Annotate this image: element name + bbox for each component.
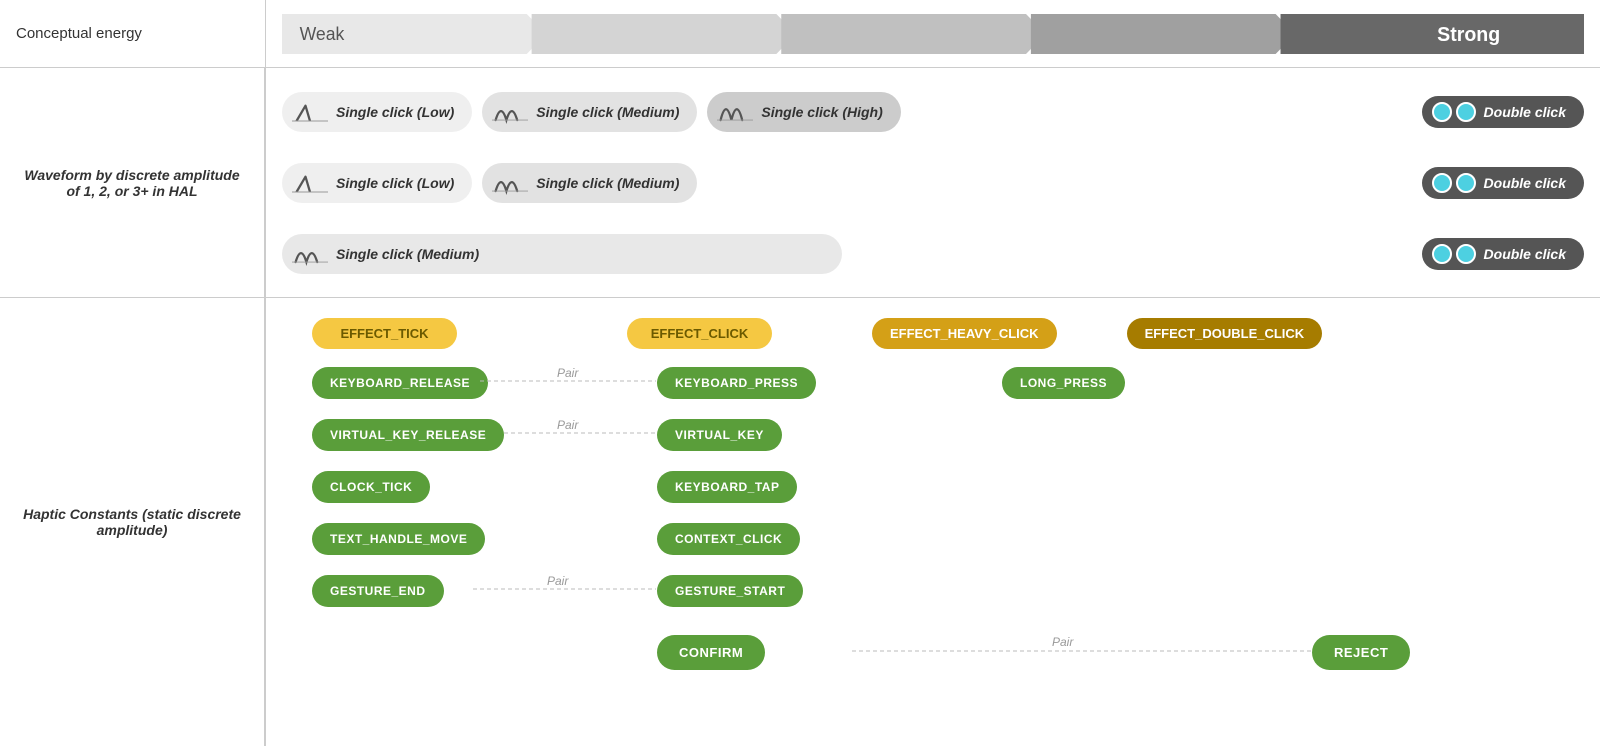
wave-low-icon-2	[292, 169, 328, 197]
keyboard-release-btn[interactable]: KEYBOARD_RELEASE	[312, 367, 488, 399]
text-handle-move-row: TEXT_HANDLE_MOVE	[312, 523, 485, 555]
dot-3	[1432, 173, 1452, 193]
wave-medium-icon-1	[492, 98, 528, 126]
keyboard-tap-row: KEYBOARD_TAP	[657, 471, 797, 503]
haptic-section: EFFECT_TICK EFFECT_CLICK EFFECT_HEAVY_CL…	[266, 298, 1600, 746]
page-container: Conceptual energy Waveform by discrete a…	[0, 0, 1600, 746]
svg-text:Pair: Pair	[557, 418, 579, 432]
energy-arrow-bar: Weak Strong	[282, 14, 1584, 54]
effect-heavy-click-label: EFFECT_HEAVY_CLICK	[872, 318, 1057, 349]
dot-6	[1456, 244, 1476, 264]
double-dot-icon-2	[1432, 173, 1476, 193]
virtual-key-release-row: VIRTUAL_KEY_RELEASE	[312, 419, 504, 451]
virtual-key-btn[interactable]: VIRTUAL_KEY	[657, 419, 782, 451]
dot-4	[1456, 173, 1476, 193]
reject-btn[interactable]: REJECT	[1312, 635, 1410, 670]
svg-text:Pair: Pair	[1052, 635, 1074, 649]
waveform-pill-low-1: Single click (Low)	[282, 92, 472, 132]
confirm-row: CONFIRM	[657, 635, 765, 670]
virtual-key-row: VIRTUAL_KEY	[657, 419, 782, 451]
wave-medium-icon-2	[492, 169, 528, 197]
effect-click-label: EFFECT_CLICK	[627, 318, 772, 349]
keyboard-tap-btn[interactable]: KEYBOARD_TAP	[657, 471, 797, 503]
waveform-pill-double-1: Double click	[1422, 96, 1584, 128]
haptic-label: Haptic Constants (static discrete amplit…	[0, 298, 265, 746]
double-dot-icon-1	[1432, 102, 1476, 122]
keyboard-release-row: KEYBOARD_RELEASE	[312, 367, 488, 399]
svg-text:Pair: Pair	[547, 574, 569, 588]
wave-low-icon-1	[292, 98, 328, 126]
long-press-btn[interactable]: LONG_PRESS	[1002, 367, 1125, 399]
gesture-start-btn[interactable]: GESTURE_START	[657, 575, 803, 607]
keyboard-press-row: KEYBOARD_PRESS	[657, 367, 816, 399]
conceptual-energy-label: Conceptual energy	[0, 0, 265, 68]
gesture-start-row: GESTURE_START	[657, 575, 803, 607]
gesture-end-btn[interactable]: GESTURE_END	[312, 575, 444, 607]
waveform-pill-medium-1: Single click (Medium)	[482, 92, 697, 132]
wave-high-icon-1	[717, 98, 753, 126]
virtual-key-release-btn[interactable]: VIRTUAL_KEY_RELEASE	[312, 419, 504, 451]
reject-row: REJECT	[1312, 635, 1410, 670]
double-dot-icon-3	[1432, 244, 1476, 264]
context-click-row: CONTEXT_CLICK	[657, 523, 800, 555]
haptic-buttons-area: KEYBOARD_RELEASE VIRTUAL_KEY_RELEASE CLO…	[282, 367, 1584, 707]
waveform-pill-high-1: Single click (High)	[707, 92, 900, 132]
effect-double-click-label: EFFECT_DOUBLE_CLICK	[1127, 318, 1323, 349]
waveform-section: Single click (Low) Single click (Medium)	[266, 68, 1600, 298]
left-labels: Conceptual energy Waveform by discrete a…	[0, 0, 265, 746]
svg-text:Strong: Strong	[1437, 23, 1500, 45]
waveform-row-2: Single click (Low) Single click (Medium)	[282, 151, 1584, 214]
waveform-pill-medium-2: Single click (Medium)	[482, 163, 697, 203]
waveform-pill-medium-3: Single click (Medium)	[282, 234, 842, 274]
waveform-pill-double-2: Double click	[1422, 167, 1584, 199]
effects-row: EFFECT_TICK EFFECT_CLICK EFFECT_HEAVY_CL…	[282, 318, 1584, 349]
waveform-row-3: Single click (Medium) Double click	[282, 222, 1584, 285]
waveform-row-1: Single click (Low) Single click (Medium)	[282, 80, 1584, 143]
wave-medium-icon-3	[292, 240, 328, 268]
clock-tick-btn[interactable]: CLOCK_TICK	[312, 471, 430, 503]
text-handle-move-btn[interactable]: TEXT_HANDLE_MOVE	[312, 523, 485, 555]
dot-5	[1432, 244, 1452, 264]
main-content: Weak Strong Single click (Low)	[265, 0, 1600, 746]
effect-tick-label: EFFECT_TICK	[312, 318, 457, 349]
svg-text:Pair: Pair	[557, 367, 579, 380]
waveform-pill-low-2: Single click (Low)	[282, 163, 472, 203]
long-press-row: LONG_PRESS	[1002, 367, 1125, 399]
waveform-pill-double-3: Double click	[1422, 238, 1584, 270]
context-click-btn[interactable]: CONTEXT_CLICK	[657, 523, 800, 555]
dot-1	[1432, 102, 1452, 122]
dot-2	[1456, 102, 1476, 122]
keyboard-press-btn[interactable]: KEYBOARD_PRESS	[657, 367, 816, 399]
energy-row: Weak Strong	[266, 0, 1600, 68]
clock-tick-row: CLOCK_TICK	[312, 471, 430, 503]
svg-text:Weak: Weak	[300, 23, 345, 43]
waveform-label: Waveform by discrete amplitude of 1, 2, …	[0, 68, 265, 298]
gesture-end-row: GESTURE_END	[312, 575, 444, 607]
confirm-btn[interactable]: CONFIRM	[657, 635, 765, 670]
